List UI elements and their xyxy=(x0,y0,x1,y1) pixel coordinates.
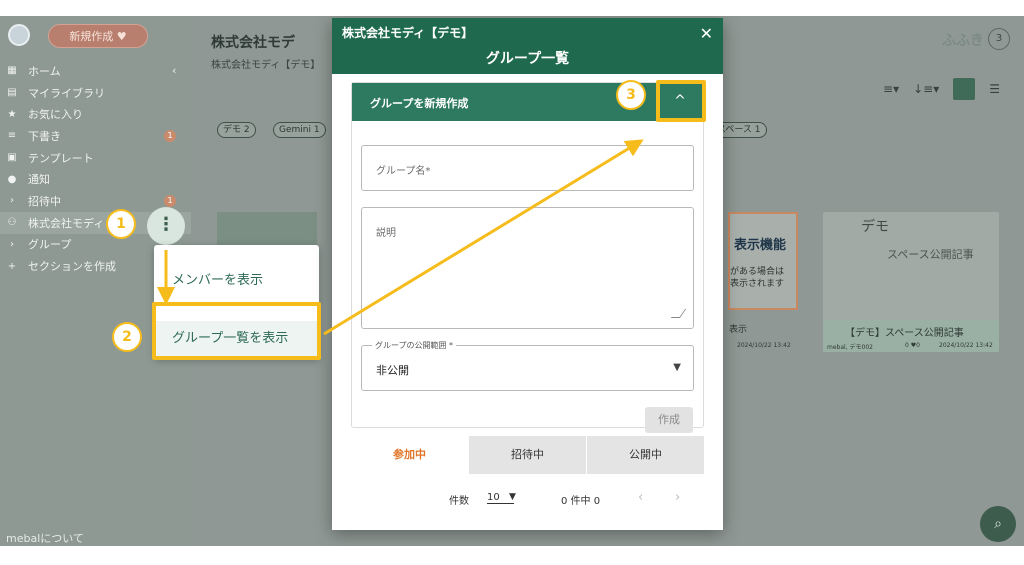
card-footer: 【デモ】スペース公開記事 mebal, デモ002 0 ♥0 2024/10/2… xyxy=(823,320,999,352)
sidebar-item-label: ホーム xyxy=(28,64,61,78)
article-card[interactable]: 表示機能 がある場合は 表示されます xyxy=(728,212,798,310)
create-group-panel: グループを新規作成 ^ グループ名* 説明 グループの公開範囲 * 非公開 ▼ … xyxy=(351,82,704,433)
sidebar-about-link[interactable]: mebalについて xyxy=(6,530,84,546)
sidebar-item-label: マイライブラリ xyxy=(28,86,105,100)
sidebar-item-label: セクションを作成 xyxy=(28,260,116,274)
chevron-right-icon: › xyxy=(10,238,14,250)
home-icon: ▦ xyxy=(7,65,17,77)
new-create-button[interactable]: 新規作成 ♥ xyxy=(48,24,148,48)
collapse-chevron-icon[interactable]: ‹ xyxy=(172,64,176,77)
list-view-icon[interactable]: ☰ xyxy=(989,82,1000,96)
card-footer-title: 【デモ】スペース公開記事 xyxy=(845,328,964,339)
sidebar-item-label: 通知 xyxy=(28,173,50,187)
sidebar-item-my-library[interactable]: ▤ マイライブラリ xyxy=(0,82,191,104)
page-title: 株式会社モデ xyxy=(211,35,295,51)
plus-icon: + xyxy=(7,260,17,272)
filter-chip[interactable]: Gemini 1 xyxy=(273,122,326,138)
step-marker-3: 3 xyxy=(616,80,646,110)
sidebar-item-label: 株式会社モディ xyxy=(28,216,105,230)
result-count: 0 件中 0 xyxy=(561,496,601,507)
description-placeholder: 説明 xyxy=(376,228,396,239)
step-marker-2: 2 xyxy=(112,322,142,352)
create-group-title: グループを新規作成 xyxy=(370,97,469,110)
bell-icon: ● xyxy=(7,173,17,185)
create-button[interactable]: 作成 xyxy=(645,407,693,433)
sidebar-item-label: テンプレート xyxy=(28,151,94,165)
card-foot-label: 表示 xyxy=(729,325,748,335)
sidebar-item-favorites[interactable]: ★ お気に入り xyxy=(0,103,191,125)
app-window: 新規作成 ♥ ▦ ホーム ‹ ▤ マイライブラリ ★ お気に入り ≡ 下書き 1… xyxy=(0,16,1024,546)
visibility-select[interactable]: グループの公開範囲 * 非公開 ▼ xyxy=(361,340,694,391)
group-tabs: 参加中 招待中 公開中 xyxy=(351,436,704,474)
next-page-icon[interactable]: › xyxy=(675,490,680,505)
description-field[interactable]: 説明 xyxy=(361,207,694,329)
page-subtitle: 株式会社モディ【デモ】 xyxy=(211,60,321,71)
chevron-right-icon: › xyxy=(10,195,14,207)
filter-icon[interactable]: ≡▾ xyxy=(883,82,899,96)
sidebar-item-drafts[interactable]: ≡ 下書き 1 xyxy=(0,125,191,147)
sidebar-item-templates[interactable]: ▣ テンプレート xyxy=(0,147,191,169)
dropdown-arrow-icon: ▼ xyxy=(673,362,681,373)
brand-logo: ふふき xyxy=(942,33,984,49)
resize-handle-icon[interactable] xyxy=(670,309,687,318)
dialog-company-name: 株式会社モディ【デモ】 xyxy=(342,26,474,40)
sidebar-item-label: 下書き xyxy=(28,129,61,143)
card-date: 2024/10/22 13:42 xyxy=(939,342,993,349)
template-icon: ▣ xyxy=(7,152,17,164)
tab-public[interactable]: 公開中 xyxy=(586,436,704,474)
card-author: mebal, デモ002 xyxy=(827,344,873,351)
sidebar-item-notifications[interactable]: ● 通知 xyxy=(0,168,191,190)
card-text: 表示されます xyxy=(730,279,785,289)
notification-count-badge[interactable]: 3 xyxy=(988,28,1010,50)
create-group-header[interactable]: グループを新規作成 ^ xyxy=(352,83,703,121)
filter-chip[interactable]: デモ 2 xyxy=(217,122,256,138)
draft-icon: ≡ xyxy=(7,130,17,142)
highlight-box-step-2 xyxy=(152,302,321,360)
visibility-label: グループの公開範囲 * xyxy=(372,340,457,351)
tab-joined[interactable]: 参加中 xyxy=(351,436,468,474)
pagination: 件数 10 ▼ 0 件中 0 ‹ › xyxy=(351,488,704,512)
tab-invited[interactable]: 招待中 xyxy=(468,436,586,474)
article-card[interactable]: デモ スペース公開記事 【デモ】スペース公開記事 mebal, デモ002 0 … xyxy=(823,212,999,352)
dropdown-arrow-icon: ▼ xyxy=(509,492,516,502)
drafts-count-badge: 1 xyxy=(164,129,176,142)
prev-page-icon[interactable]: ‹ xyxy=(638,490,643,505)
dialog-header: 株式会社モディ【デモ】 グループ一覧 ✕ xyxy=(332,18,723,74)
more-options-icon[interactable]: ⋮ xyxy=(147,207,185,245)
app-logo-icon[interactable] xyxy=(8,24,30,46)
search-icon[interactable]: ⌕ xyxy=(980,506,1016,542)
sidebar-item-home[interactable]: ▦ ホーム ‹ xyxy=(0,60,191,82)
dialog-title: グループ一覧 xyxy=(485,51,570,67)
card-stats: 0 ♥0 xyxy=(905,342,920,349)
people-icon: ⚇ xyxy=(7,217,17,229)
card-date: 2024/10/22 13:42 xyxy=(737,342,791,349)
sort-icon[interactable]: ↓≡▾ xyxy=(913,82,939,96)
card-title: 表示機能 xyxy=(734,238,787,253)
invited-count-badge: 1 xyxy=(164,194,176,207)
rows-per-page-label: 件数 xyxy=(449,496,469,507)
card-subtitle: スペース公開記事 xyxy=(887,248,974,261)
sidebar-item-label: お気に入り xyxy=(28,108,83,122)
menu-item-show-members[interactable]: メンバーを表示 xyxy=(154,269,319,288)
library-icon: ▤ xyxy=(7,87,17,99)
highlight-box-step-3 xyxy=(656,80,706,122)
star-icon: ★ xyxy=(7,108,17,120)
view-toolbar: ≡▾ ↓≡▾ ☰ xyxy=(883,78,1000,100)
group-name-field[interactable]: グループ名* xyxy=(361,145,694,191)
sidebar-item-label: グループ xyxy=(28,238,72,252)
visibility-value: 非公開 xyxy=(376,364,409,377)
grid-view-icon[interactable] xyxy=(953,78,976,100)
sidebar-item-label: 招待中 xyxy=(28,194,61,208)
close-icon[interactable]: ✕ xyxy=(700,24,713,43)
step-marker-1: 1 xyxy=(106,209,136,239)
card-title: デモ xyxy=(861,219,889,235)
group-name-placeholder: グループ名* xyxy=(376,166,431,177)
